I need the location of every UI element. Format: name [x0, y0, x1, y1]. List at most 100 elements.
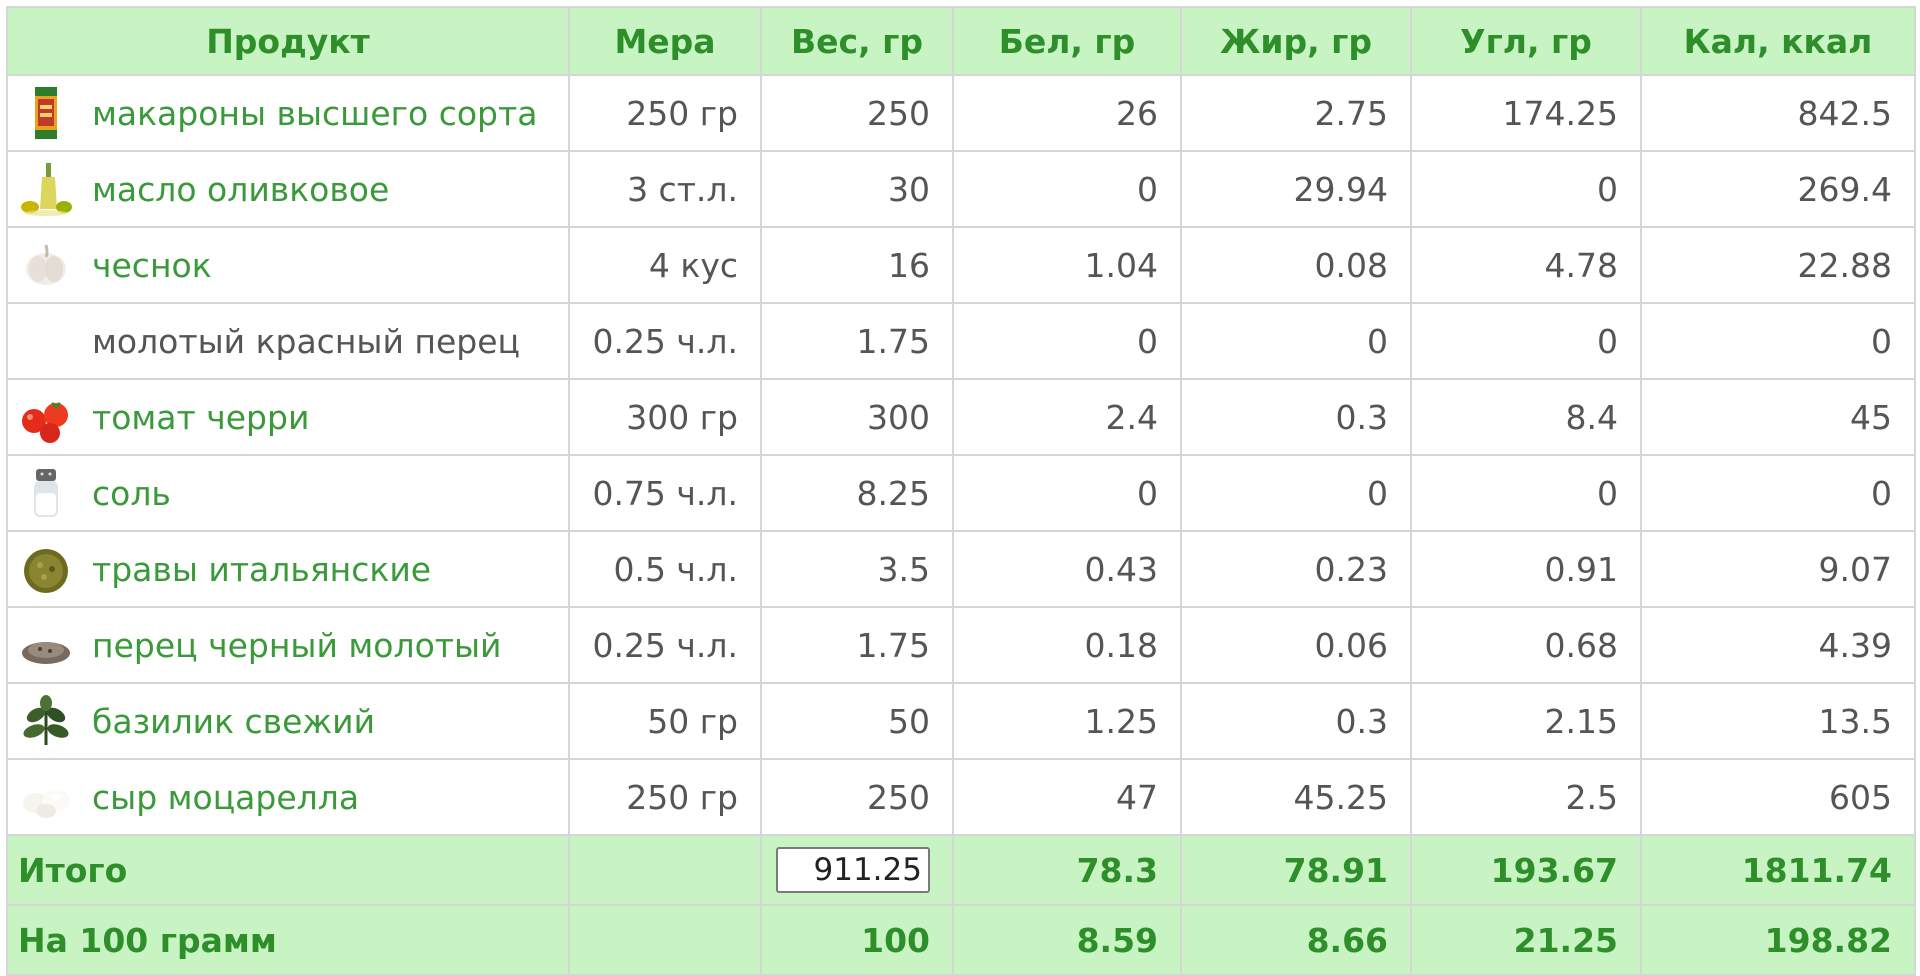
per100-label: На 100 грамм: [6, 904, 570, 976]
per100-row: На 100 грамм 100 8.59 8.66 21.25 198.82: [6, 904, 1916, 976]
totals-label: Итого: [6, 834, 570, 906]
product-link[interactable]: сыр моцарелла: [92, 778, 359, 817]
header-measure: Мера: [568, 6, 762, 76]
carbs-cell: 0: [1410, 302, 1642, 380]
header-fat: Жир, гр: [1180, 6, 1412, 76]
weight-cell: 50: [760, 682, 954, 760]
product-wrap: томат черри: [16, 387, 546, 447]
per100-fat: 8.66: [1180, 904, 1412, 976]
product-cell: сыр моцарелла: [6, 758, 570, 836]
protein-cell: 0.18: [952, 606, 1182, 684]
italian-herbs-icon: [16, 539, 76, 599]
product-wrap: перец черный молотый: [16, 615, 546, 675]
table-row: макароны высшего сорта 250 гр 250 26 2.75 174…: [6, 74, 1916, 152]
protein-cell: 2.4: [952, 378, 1182, 456]
fat-cell: 0.3: [1180, 682, 1412, 760]
carbs-cell: 2.5: [1410, 758, 1642, 836]
nutrition-table-container: Продукт Мера Вес, гр Бел, гр Жир, гр Угл…: [0, 0, 1920, 976]
totals-weight-cell: [760, 834, 954, 906]
protein-cell: 0.43: [952, 530, 1182, 608]
fat-cell: 0: [1180, 302, 1412, 380]
header-protein: Бел, гр: [952, 6, 1182, 76]
fat-cell: 45.25: [1180, 758, 1412, 836]
weight-cell: 1.75: [760, 606, 954, 684]
header-product: Продукт: [6, 6, 570, 76]
calories-cell: 22.88: [1640, 226, 1916, 304]
weight-cell: 8.25: [760, 454, 954, 532]
totals-protein: 78.3: [952, 834, 1182, 906]
product-cell: чеснок: [6, 226, 570, 304]
olive-oil-icon: [16, 159, 76, 219]
product-wrap: молотый красный перец: [16, 311, 546, 371]
carbs-cell: 0.68: [1410, 606, 1642, 684]
table-row: сыр моцарелла 250 гр 250 47 45.25 2.5 605: [6, 758, 1916, 836]
product-wrap: базилик свежий: [16, 691, 546, 751]
product-cell: травы итальянские: [6, 530, 570, 608]
product-cell: соль: [6, 454, 570, 532]
product-link[interactable]: травы итальянские: [92, 550, 431, 589]
product-link[interactable]: масло оливковое: [92, 170, 389, 209]
product-wrap: макароны высшего сорта: [16, 83, 546, 143]
nutrition-table: Продукт Мера Вес, гр Бел, гр Жир, гр Угл…: [6, 6, 1916, 976]
calories-cell: 4.39: [1640, 606, 1916, 684]
product-link[interactable]: перец черный молотый: [92, 626, 502, 665]
no-image-placeholder: [16, 311, 76, 371]
product-wrap: масло оливковое: [16, 159, 546, 219]
measure-cell: 3 ст.л.: [568, 150, 762, 228]
product-cell: базилик свежий: [6, 682, 570, 760]
carbs-cell: 4.78: [1410, 226, 1642, 304]
per100-carbs: 21.25: [1410, 904, 1642, 976]
totals-carbs: 193.67: [1410, 834, 1642, 906]
fat-cell: 0.23: [1180, 530, 1412, 608]
per100-protein: 8.59: [952, 904, 1182, 976]
product-link[interactable]: соль: [92, 474, 171, 513]
measure-cell: 0.5 ч.л.: [568, 530, 762, 608]
product-link[interactable]: чеснок: [92, 246, 212, 285]
weight-cell: 30: [760, 150, 954, 228]
header-row: Продукт Мера Вес, гр Бел, гр Жир, гр Угл…: [6, 6, 1916, 76]
garlic-icon: [16, 235, 76, 295]
table-row: томат черри 300 гр 300 2.4 0.3 8.4 45: [6, 378, 1916, 456]
table-row: соль 0.75 ч.л. 8.25 0 0 0 0: [6, 454, 1916, 532]
table-row: масло оливковое 3 ст.л. 30 0 29.94 0 269.4: [6, 150, 1916, 228]
product-cell: макароны высшего сорта: [6, 74, 570, 152]
measure-cell: 0.25 ч.л.: [568, 302, 762, 380]
calories-cell: 0: [1640, 454, 1916, 532]
weight-cell: 3.5: [760, 530, 954, 608]
per100-weight: 100: [760, 904, 954, 976]
product-link[interactable]: томат черри: [92, 398, 309, 437]
measure-cell: 300 гр: [568, 378, 762, 456]
basil-icon: [16, 691, 76, 751]
product-wrap: сыр моцарелла: [16, 767, 546, 827]
protein-cell: 0: [952, 302, 1182, 380]
table-header: Продукт Мера Вес, гр Бел, гр Жир, гр Угл…: [6, 6, 1916, 76]
table-row: базилик свежий 50 гр 50 1.25 0.3 2.15 13.5: [6, 682, 1916, 760]
protein-cell: 47: [952, 758, 1182, 836]
measure-cell: 0.75 ч.л.: [568, 454, 762, 532]
measure-cell: 4 кус: [568, 226, 762, 304]
protein-cell: 1.04: [952, 226, 1182, 304]
calories-cell: 0: [1640, 302, 1916, 380]
carbs-cell: 174.25: [1410, 74, 1642, 152]
fat-cell: 0.08: [1180, 226, 1412, 304]
measure-cell: 250 гр: [568, 74, 762, 152]
product-cell: масло оливковое: [6, 150, 570, 228]
calories-cell: 45: [1640, 378, 1916, 456]
product-link[interactable]: базилик свежий: [92, 702, 375, 741]
protein-cell: 1.25: [952, 682, 1182, 760]
calories-cell: 9.07: [1640, 530, 1916, 608]
calories-cell: 605: [1640, 758, 1916, 836]
fat-cell: 0: [1180, 454, 1412, 532]
pasta-pack-icon: [16, 83, 76, 143]
carbs-cell: 0: [1410, 454, 1642, 532]
table-footer: Итого 78.3 78.91 193.67 1811.74 На 100 г…: [6, 834, 1916, 976]
mozzarella-icon: [16, 767, 76, 827]
totals-measure-cell: [568, 834, 762, 906]
product-link[interactable]: макароны высшего сорта: [92, 94, 537, 133]
table-row: травы итальянские 0.5 ч.л. 3.5 0.43 0.23 0.91…: [6, 530, 1916, 608]
table-row: перец черный молотый 0.25 ч.л. 1.75 0.18 0.0…: [6, 606, 1916, 684]
calories-cell: 13.5: [1640, 682, 1916, 760]
fat-cell: 2.75: [1180, 74, 1412, 152]
total-weight-input[interactable]: [776, 847, 930, 893]
table-body: макароны высшего сорта 250 гр 250 26 2.75 174…: [6, 74, 1916, 836]
